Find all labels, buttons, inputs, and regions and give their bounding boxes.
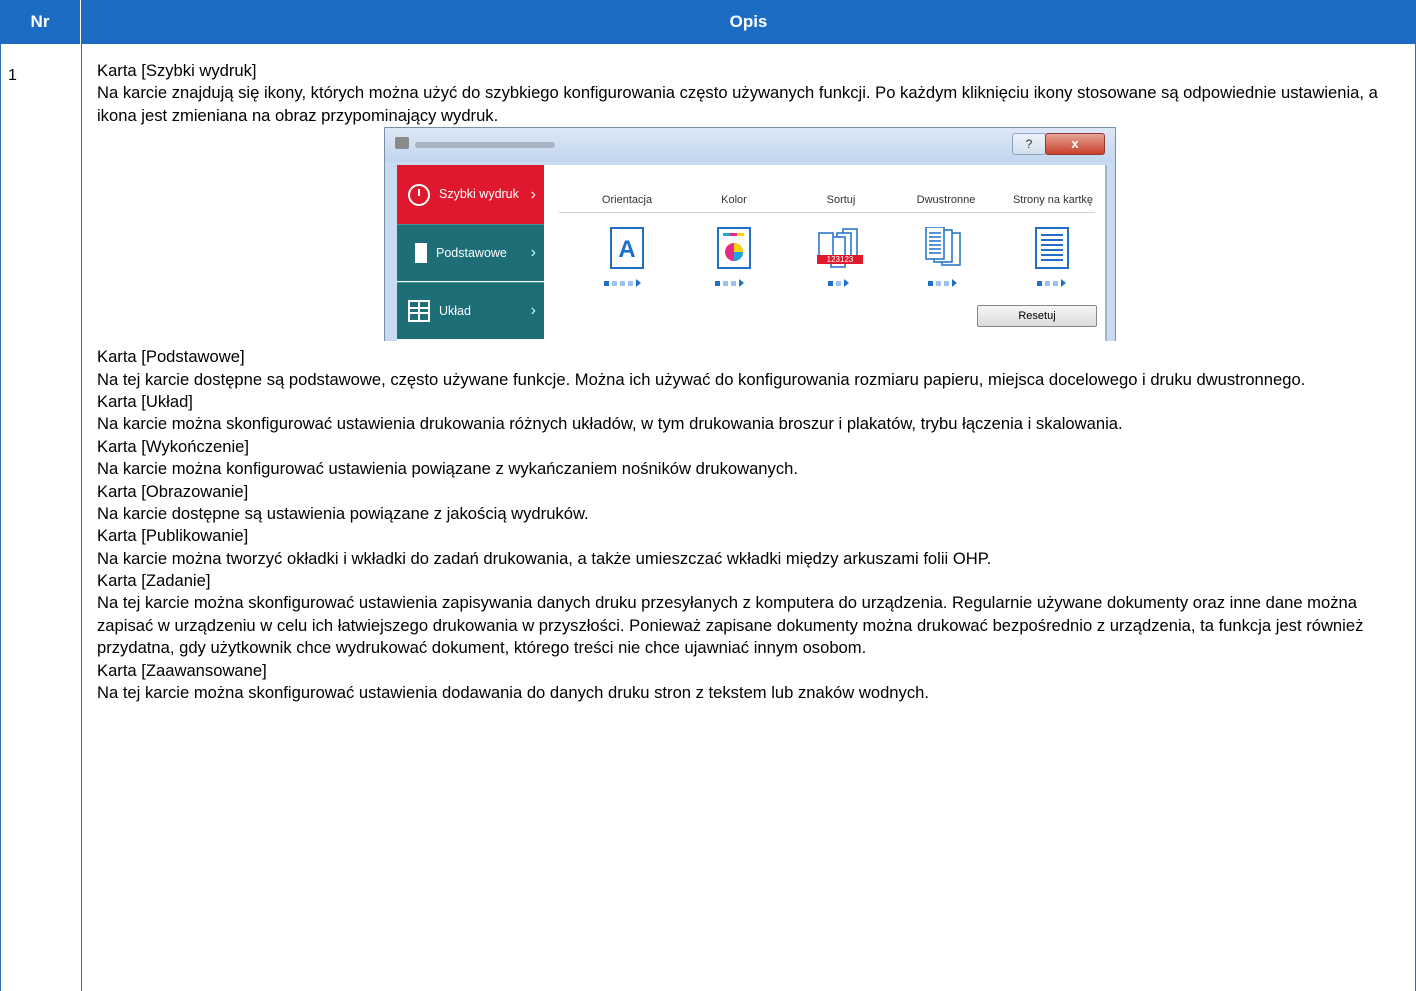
section-title: Karta [Szybki wydruk]: [97, 61, 257, 80]
section-desc: Na tej karcie można skonfigurować ustawi…: [97, 683, 929, 703]
collate-dots: [828, 279, 849, 288]
section-title: Karta [Wykończenie]: [97, 436, 250, 456]
pane-edge: [1105, 165, 1107, 342]
table-border-mid: [81, 44, 82, 991]
chevron-right-icon: ›: [530, 302, 536, 320]
page-icon: [411, 243, 427, 264]
stopwatch-icon: [408, 183, 430, 206]
tab-label: Układ: [439, 303, 471, 318]
option-label-dwustronne: Dwustronne: [916, 194, 976, 207]
option-label-kolor: Kolor: [721, 194, 747, 207]
duplex-dots: [928, 279, 957, 288]
option-label-sortuj: Sortuj: [826, 194, 856, 207]
orientation-icon[interactable]: A: [610, 227, 644, 270]
section-title: Karta [Układ]: [97, 391, 193, 411]
row-description: Karta [Szybki wydruk] Na karcie znajdują…: [97, 60, 1397, 704]
row-number: 1: [8, 67, 17, 84]
svg-text:123123: 123123: [827, 255, 854, 264]
duplex-icon[interactable]: [924, 227, 964, 269]
table-border-left: [0, 44, 1, 991]
reset-button[interactable]: Resetuj: [977, 305, 1097, 328]
dialog-body: Szybki wydruk › Podstawowe › Układ › Ori…: [397, 165, 1107, 342]
section-title: Karta [Zadanie]: [97, 571, 211, 591]
layout-icon: [408, 300, 430, 323]
orientation-letter: A: [618, 236, 635, 263]
tab-label: Szybki wydruk: [439, 187, 519, 202]
section-desc: Na karcie dostępne są ustawienia powiąza…: [97, 503, 589, 523]
option-label-strony: Strony na kartkę: [1012, 194, 1094, 207]
section-desc: Na tej karcie można skonfigurować ustawi…: [97, 593, 1364, 658]
section-desc: Na karcie można tworzyć okładki i wkładk…: [97, 548, 992, 568]
orientation-dots: [604, 279, 641, 288]
print-dialog-screenshot: ? x Szybki wydruk › Podstawowe › Układ ›: [384, 127, 1116, 342]
option-label-orientacja: Orientacja: [601, 194, 653, 207]
header-opis: Opis: [81, 0, 1416, 44]
header-nr: Nr: [0, 0, 81, 44]
chevron-right-icon: ›: [530, 244, 536, 262]
section-desc: Na karcie można skonfigurować ustawienia…: [97, 414, 1123, 434]
dialog-titlebar: ? x: [385, 128, 1115, 163]
close-button[interactable]: x: [1045, 133, 1105, 156]
pages-per-sheet-icon[interactable]: [1035, 227, 1069, 270]
tab-uklad[interactable]: Układ ›: [397, 282, 544, 340]
section-title: Karta [Zaawansowane]: [97, 660, 267, 680]
section-desc: Na tej karcie dostępne są podstawowe, cz…: [97, 369, 1306, 389]
section-title: Karta [Obrazowanie]: [97, 481, 249, 501]
tab-szybki-wydruk[interactable]: Szybki wydruk ›: [397, 165, 544, 225]
collate-icon[interactable]: 123123: [817, 227, 863, 269]
dialog-title-blurred: [415, 142, 555, 149]
section-desc: Na karcie znajdują się ikony, których mo…: [97, 83, 1378, 125]
printer-icon: [395, 137, 409, 150]
section-desc: Na karcie można konfigurować ustawienia …: [97, 459, 798, 479]
tab-label: Podstawowe: [436, 245, 507, 260]
section-title: Karta [Podstawowe]: [97, 347, 245, 367]
chevron-right-icon: ›: [530, 185, 536, 203]
description-table: Nr Opis 1 Karta [Szybki wydruk] Na karci…: [0, 0, 1416, 991]
help-button[interactable]: ?: [1012, 133, 1046, 156]
tab-podstawowe[interactable]: Podstawowe ›: [397, 224, 544, 282]
options-separator: [559, 212, 1095, 214]
color-icon[interactable]: [717, 227, 751, 270]
section-title: Karta [Publikowanie]: [97, 526, 249, 546]
pages-dots: [1037, 279, 1066, 288]
color-dots: [715, 279, 744, 288]
